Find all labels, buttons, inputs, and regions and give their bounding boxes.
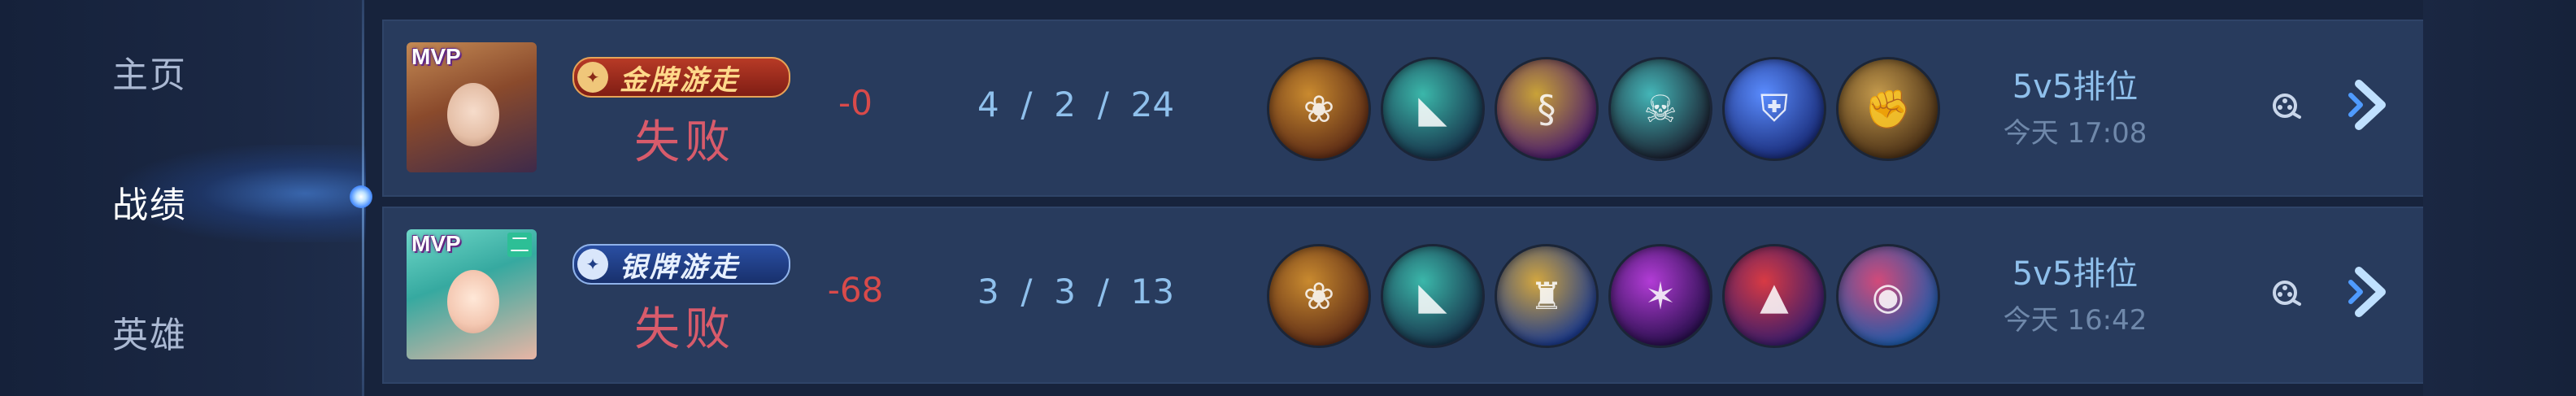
sidebar-item-records[interactable]: 战绩 <box>112 176 340 228</box>
right-background-panel <box>2423 0 2576 396</box>
purple-claw-icon: ✶ <box>1608 244 1712 348</box>
hero-avatar[interactable]: MVP <box>407 42 537 172</box>
deaths: 2 <box>1054 85 1077 124</box>
chevron-right-icon[interactable] <box>2335 255 2408 329</box>
golden-chalice-icon: ♜ <box>1495 244 1599 348</box>
hero-avatar[interactable]: MVP 二 <box>407 229 537 359</box>
brown-gauntlet-icon: ✊ <box>1836 57 1940 161</box>
wings-icon: ✦ <box>577 62 608 93</box>
match-time: 今天 17:08 <box>2003 117 2147 150</box>
replay-icon[interactable] <box>2269 88 2304 124</box>
kills: 3 <box>977 272 999 311</box>
blue-armor-icon: ⛨ <box>1722 57 1826 161</box>
golden-cobra-icon: § <box>1495 57 1599 161</box>
sidebar-nav: 主页 战绩 英雄 <box>0 0 366 396</box>
game-mode: 5v5排位 <box>2012 255 2139 293</box>
mvp-label: MVP <box>411 231 461 256</box>
rank-title-badge: ✦ 金牌游走 <box>572 57 790 98</box>
green-swirl-shield-icon: ❀ <box>1267 244 1371 348</box>
assists: 13 <box>1130 272 1175 311</box>
replay-icon[interactable] <box>2269 275 2304 311</box>
match-time: 今天 16:42 <box>2003 304 2147 337</box>
item-build: ❀ ◣ § ☠ ⛨ ✊ <box>1267 57 1940 161</box>
mvp-label: MVP <box>411 44 461 69</box>
chevron-right-icon[interactable] <box>2335 68 2408 141</box>
match-row[interactable]: MVP 二 ✦ 银牌游走 失败 -68 3 / 3 / 13 ❀ ◣ ♜ ✶ ▲… <box>382 207 2426 384</box>
badge-title: 金牌游走 <box>620 63 740 97</box>
match-result: 失败 <box>634 303 735 356</box>
armored-boots-icon: ◣ <box>1381 57 1485 161</box>
rank-score-change: -0 <box>838 83 872 123</box>
skull-mask-icon: ☠ <box>1608 57 1712 161</box>
rank-title-badge: ✦ 银牌游走 <box>572 244 790 285</box>
badge-title: 银牌游走 <box>620 250 740 284</box>
sidebar-item-heroes[interactable]: 英雄 <box>112 306 340 358</box>
wings-icon: ✦ <box>577 249 608 280</box>
armored-boots-icon: ◣ <box>1381 244 1485 348</box>
rank-tag: 二 <box>507 233 532 257</box>
kda-stats: 4 / 2 / 24 <box>977 85 1175 124</box>
sidebar-item-home[interactable]: 主页 <box>112 46 340 98</box>
match-row[interactable]: MVP ✦ 金牌游走 失败 -0 4 / 2 / 24 ❀ ◣ § ☠ ⛨ ✊ … <box>382 20 2426 197</box>
kda-stats: 3 / 3 / 13 <box>977 272 1175 311</box>
match-result: 失败 <box>634 116 735 169</box>
red-wizard-hat-icon: ▲ <box>1722 244 1826 348</box>
crimson-orb-icon: ◉ <box>1836 244 1940 348</box>
kills: 4 <box>977 85 999 124</box>
active-indicator-dot <box>350 185 372 208</box>
hero-portrait <box>447 83 499 146</box>
item-build: ❀ ◣ ♜ ✶ ▲ ◉ <box>1267 244 1940 348</box>
hero-portrait <box>447 270 499 333</box>
rank-score-change: -68 <box>827 270 884 310</box>
deaths: 3 <box>1054 272 1077 311</box>
green-swirl-shield-icon: ❀ <box>1267 57 1371 161</box>
assists: 24 <box>1130 85 1175 124</box>
game-mode: 5v5排位 <box>2012 68 2139 106</box>
